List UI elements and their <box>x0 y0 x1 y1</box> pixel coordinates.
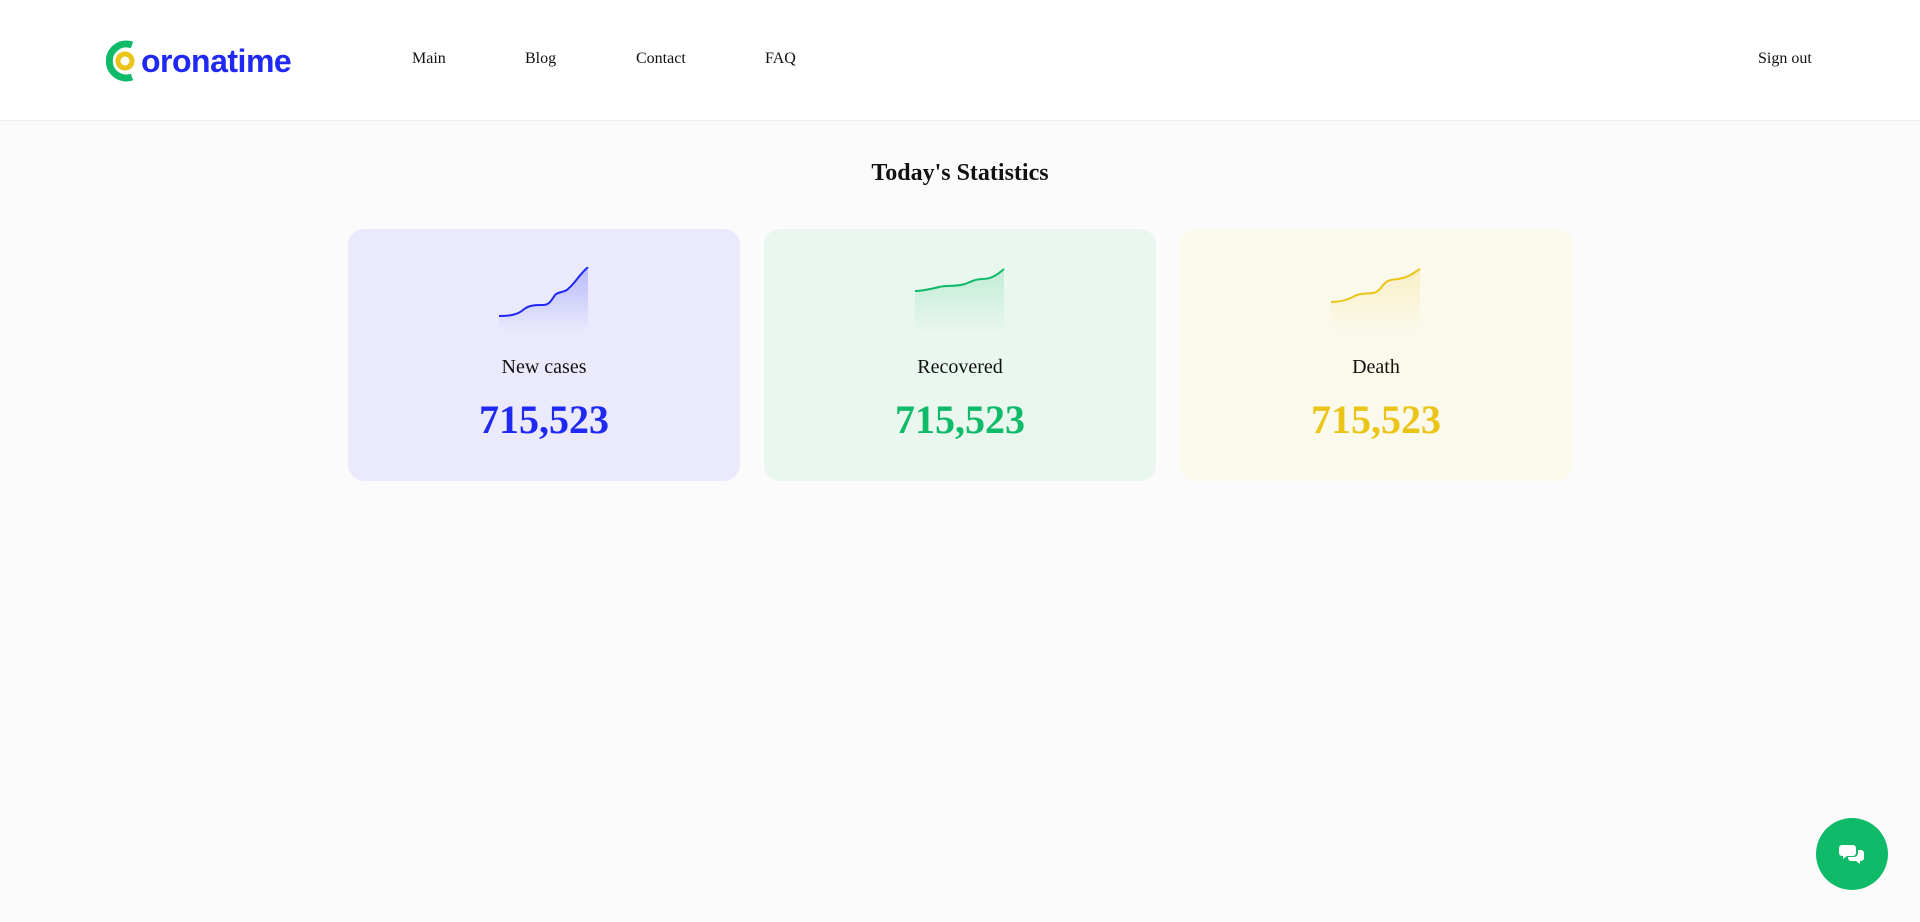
logo-c-icon <box>106 40 135 82</box>
stat-label: Recovered <box>917 356 1003 378</box>
chat-bubbles-icon <box>1839 845 1864 864</box>
line-chart-icon <box>499 267 589 333</box>
brand-logo[interactable]: oronatime <box>106 36 292 86</box>
chat-button[interactable] <box>1816 818 1888 890</box>
stat-value: 715,523 <box>479 397 609 442</box>
stat-value: 715,523 <box>1311 397 1441 442</box>
nav-contact-link[interactable]: Contact <box>636 50 686 68</box>
sign-out-link[interactable]: Sign out <box>1758 50 1812 68</box>
stat-value: 715,523 <box>895 397 1025 442</box>
nav-faq-link[interactable]: FAQ <box>765 50 796 68</box>
line-chart-icon <box>1331 268 1421 333</box>
page-title: Today's Statistics <box>871 160 1049 186</box>
stat-label: Death <box>1352 356 1400 378</box>
nav-main-link[interactable]: Main <box>412 50 446 68</box>
brand-name: oronatime <box>141 43 292 79</box>
stat-card-recovered: Recovered 715,523 <box>764 229 1156 481</box>
top-header: oronatime Main Blog Contact FAQ Sign out <box>0 0 1920 121</box>
stat-card-death: Death 715,523 <box>1180 229 1572 481</box>
nav-blog-link[interactable]: Blog <box>525 50 556 68</box>
line-chart-icon <box>915 268 1005 333</box>
stat-label: New cases <box>501 356 587 378</box>
stat-card-new-cases: New cases 715,523 <box>348 229 740 481</box>
